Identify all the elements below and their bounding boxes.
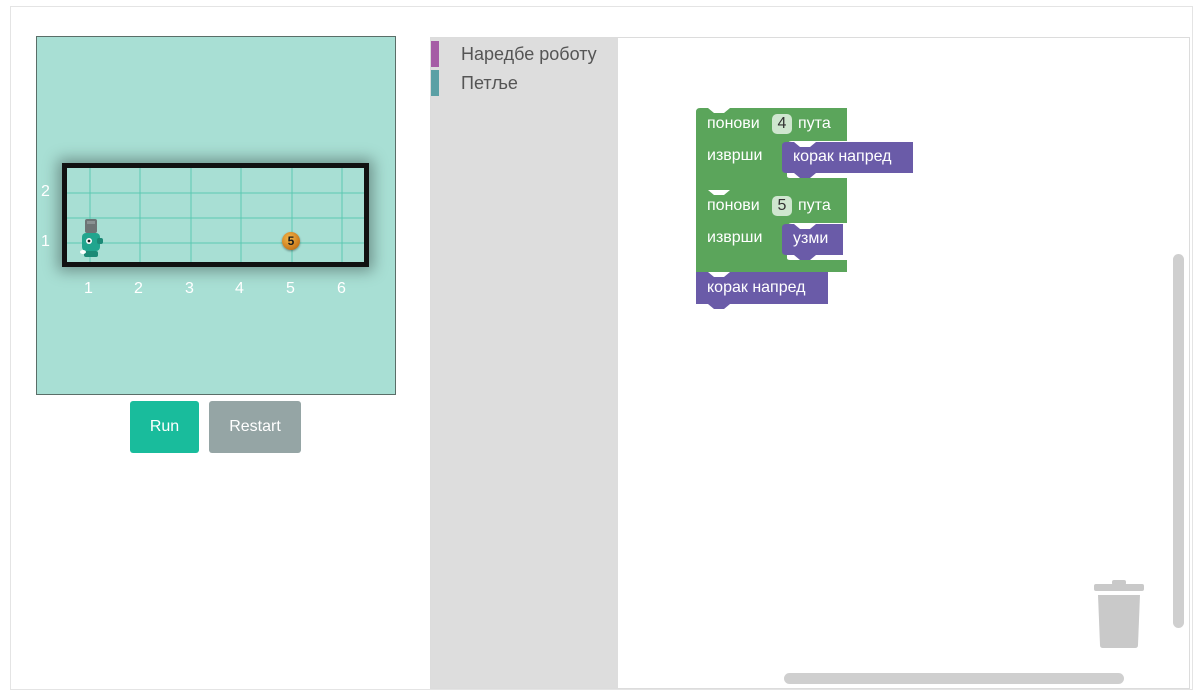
times-label: пута — [798, 115, 831, 132]
step-forward-block[interactable]: корак напред — [707, 279, 806, 297]
repeat-count-field[interactable]: 5 — [772, 196, 792, 216]
blocks-layer — [696, 108, 913, 309]
repeat-label: понови — [707, 115, 760, 132]
times-label: пута — [798, 197, 831, 214]
trash-can-icon[interactable] — [1092, 580, 1146, 648]
vertical-scrollbar[interactable] — [1173, 254, 1184, 628]
do-label: изврши — [707, 147, 763, 164]
repeat-count-field[interactable]: 4 — [772, 114, 792, 134]
repeat-label: понови — [707, 197, 760, 214]
horizontal-scrollbar[interactable] — [784, 673, 1124, 684]
step-forward-block[interactable]: корак напред — [793, 148, 892, 166]
do-label: изврши — [707, 229, 763, 246]
take-block[interactable]: узми — [793, 230, 828, 248]
